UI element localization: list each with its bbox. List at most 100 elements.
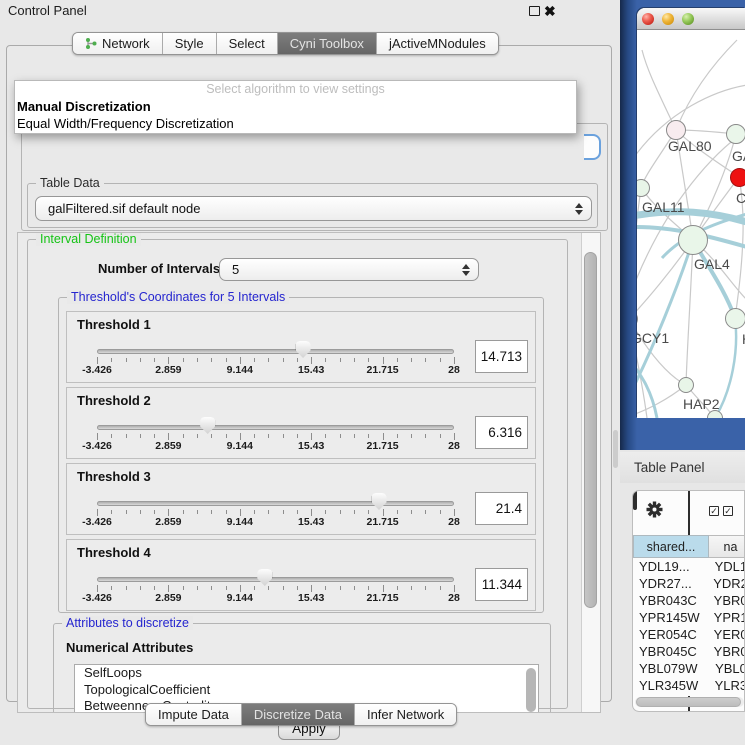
cell-shared-name[interactable]: YLR345W bbox=[633, 677, 707, 694]
cell-shared-name[interactable]: YER054C bbox=[633, 626, 706, 643]
cell-name[interactable]: YIL0 bbox=[709, 694, 744, 696]
attributes-list-scrollbar[interactable] bbox=[526, 668, 536, 712]
table-row[interactable]: YPR145WYPR1 bbox=[633, 609, 745, 626]
threshold-label: Threshold 3 bbox=[77, 469, 151, 484]
table-row[interactable]: YLR345WYLR3 bbox=[633, 677, 745, 694]
cell-name[interactable]: YLR3 bbox=[707, 677, 745, 694]
network-node[interactable] bbox=[678, 225, 708, 255]
slider-tick-label: 2.859 bbox=[155, 440, 181, 452]
slider-track[interactable] bbox=[97, 577, 454, 582]
slider-tick-label: -3.426 bbox=[82, 592, 112, 604]
tab-label: Cyni Toolbox bbox=[290, 33, 364, 54]
float-window-icon[interactable] bbox=[529, 6, 540, 16]
threshold-value-field[interactable]: 21.4 bbox=[475, 492, 528, 525]
slider-tick-label: 21.715 bbox=[367, 440, 399, 452]
slider-track[interactable] bbox=[97, 349, 454, 354]
slider-thumb[interactable] bbox=[257, 569, 272, 586]
network-tab-icon bbox=[85, 37, 98, 50]
table-row[interactable]: YBR045CYBR0 bbox=[633, 643, 745, 660]
vertical-scrollbar[interactable] bbox=[581, 233, 600, 712]
tab-impute-data[interactable]: Impute Data bbox=[146, 704, 241, 725]
network-node-label: GAL80 bbox=[668, 138, 712, 154]
table-row[interactable]: YBL079WYBL0 bbox=[633, 660, 745, 677]
tab-infer-network[interactable]: Infer Network bbox=[354, 704, 456, 725]
threshold-value-field[interactable]: 6.316 bbox=[475, 416, 528, 449]
cell-shared-name[interactable]: YBR045C bbox=[633, 643, 706, 660]
cell-shared-name[interactable]: YDR27... bbox=[633, 575, 705, 592]
group-label: Threshold's Coordinates for 5 Intervals bbox=[67, 290, 289, 304]
cell-shared-name[interactable]: YDL19... bbox=[633, 558, 707, 575]
tab-discretize-data[interactable]: Discretize Data bbox=[241, 704, 354, 725]
table-data-combobox[interactable]: galFiltered.sif default node bbox=[35, 196, 592, 221]
network-node[interactable] bbox=[678, 377, 694, 393]
tab-cyni-toolbox[interactable]: Cyni Toolbox bbox=[277, 33, 376, 54]
attribute-list-item[interactable]: TopologicalCoefficient bbox=[75, 682, 538, 699]
network-node[interactable] bbox=[726, 124, 745, 144]
tab-label: jActiveMNodules bbox=[389, 33, 486, 54]
cell-name[interactable]: YER0 bbox=[706, 626, 745, 643]
cell-shared-name[interactable]: YBL079W bbox=[633, 660, 707, 677]
table-row[interactable]: YER054CYER0 bbox=[633, 626, 745, 643]
vertical-scrollbar-thumb[interactable] bbox=[584, 252, 597, 608]
tab-jactivemnodules[interactable]: jActiveMNodules bbox=[376, 33, 498, 54]
panel-splitter-handle[interactable] bbox=[613, 430, 618, 468]
close-traffic-light-icon[interactable] bbox=[642, 13, 654, 25]
cell-name[interactable]: YDL1 bbox=[707, 558, 745, 575]
slider-track[interactable] bbox=[97, 501, 454, 506]
cell-shared-name[interactable]: YBR043C bbox=[633, 592, 706, 609]
slider-tick-label: 28 bbox=[448, 516, 460, 528]
minimize-traffic-light-icon[interactable] bbox=[662, 13, 674, 25]
slider-thumb[interactable] bbox=[296, 341, 311, 358]
threshold-panel: Threshold 4-3.4262.8599.14415.4321.71528… bbox=[66, 539, 536, 611]
column-checkbox-icon[interactable]: ✓ bbox=[723, 506, 733, 516]
table-row[interactable]: YBR043CYBR0 bbox=[633, 592, 745, 609]
close-icon[interactable]: ✖ bbox=[544, 1, 556, 21]
column-header-name[interactable]: na bbox=[709, 535, 745, 558]
slider-thumb[interactable] bbox=[200, 417, 215, 434]
tab-style[interactable]: Style bbox=[162, 33, 216, 54]
attribute-list-item[interactable]: SelfLoops bbox=[75, 665, 538, 682]
settings-scrollpane: Interval Definition Number of Intervals … bbox=[17, 232, 601, 713]
threshold-value-field[interactable]: 14.713 bbox=[475, 340, 528, 373]
settings-viewport: Interval Definition Number of Intervals … bbox=[18, 233, 581, 712]
cell-name[interactable]: YBL0 bbox=[707, 660, 745, 677]
threshold-value-field[interactable]: 11.344 bbox=[475, 568, 528, 601]
number-of-intervals-combobox[interactable]: 5 bbox=[219, 258, 479, 281]
table-row[interactable]: YDL19...YDL1 bbox=[633, 558, 745, 575]
slider-tick-label: -3.426 bbox=[82, 364, 112, 376]
zoom-traffic-light-icon[interactable] bbox=[682, 13, 694, 25]
tab-select[interactable]: Select bbox=[216, 33, 277, 54]
network-node[interactable] bbox=[730, 168, 745, 187]
network-node[interactable] bbox=[666, 120, 686, 140]
cell-name[interactable]: YDR2 bbox=[705, 575, 745, 592]
network-window-titlebar[interactable] bbox=[637, 8, 745, 30]
algorithm-combobox[interactable] bbox=[584, 134, 601, 160]
cell-name[interactable]: YBR0 bbox=[706, 643, 745, 660]
cell-name[interactable]: YBR0 bbox=[706, 592, 745, 609]
threshold-panel: Threshold 2-3.4262.8599.14415.4321.71528… bbox=[66, 387, 536, 459]
cell-name[interactable]: YPR1 bbox=[706, 609, 745, 626]
tab-label: Infer Network bbox=[367, 704, 444, 725]
slider-track[interactable] bbox=[97, 425, 454, 430]
tab-network[interactable]: Network bbox=[73, 33, 162, 54]
cell-shared-name[interactable]: YPR145W bbox=[633, 609, 706, 626]
network-node-label: C bbox=[736, 190, 745, 206]
horizontal-scrollbar[interactable] bbox=[635, 697, 744, 707]
gear-icon[interactable] bbox=[646, 501, 663, 518]
horizontal-scrollbar-thumb[interactable] bbox=[636, 697, 741, 707]
slider-tick-label: 9.144 bbox=[227, 364, 253, 376]
column-checkbox-icon[interactable]: ✓ bbox=[709, 506, 719, 516]
table-row[interactable]: YIL052CYIL0 bbox=[633, 694, 745, 696]
algorithm-dropdown-popup: Select algorithm to view settings Manual… bbox=[14, 80, 577, 134]
cell-shared-name[interactable]: YIL052C bbox=[633, 694, 709, 696]
network-canvas[interactable]: GAL80GALCGAL11GAL4GCY1HHAP2 bbox=[637, 30, 745, 418]
table-row[interactable]: YDR27...YDR2 bbox=[633, 575, 745, 592]
split-table-icon[interactable] bbox=[633, 490, 637, 510]
popup-option-equal-width[interactable]: Equal Width/Frequency Discretization bbox=[15, 115, 576, 132]
network-node[interactable] bbox=[725, 308, 745, 329]
column-header-shared-name[interactable]: shared... bbox=[633, 535, 709, 558]
slider-thumb[interactable] bbox=[372, 493, 387, 510]
group-label: Interval Definition bbox=[36, 233, 141, 246]
popup-option-manual-discretization[interactable]: Manual Discretization bbox=[15, 98, 576, 115]
slider-tick-label: 21.715 bbox=[367, 592, 399, 604]
